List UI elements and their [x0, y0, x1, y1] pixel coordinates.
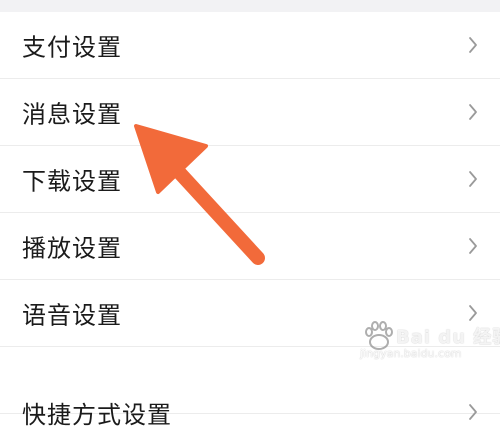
baidu-jingyan-watermark: Bai du 经验 jingyan.baidu.com: [360, 321, 500, 361]
chevron-right-icon: [468, 36, 478, 54]
menu-item-label: 下载设置: [22, 167, 122, 196]
menu-item-payment-settings[interactable]: 支付设置: [0, 12, 500, 79]
menu-item-download-settings[interactable]: 下载设置: [0, 146, 500, 213]
menu-item-message-settings[interactable]: 消息设置: [0, 79, 500, 146]
menu-item-label: 支付设置: [22, 33, 122, 62]
menu-item-label: 播放设置: [22, 234, 122, 263]
watermark-url: jingyan.baidu.com: [360, 347, 462, 360]
menu-item-label: 消息设置: [22, 100, 122, 129]
menu-item-label: 快捷方式设置: [22, 401, 172, 429]
top-gap: [0, 0, 500, 12]
chevron-right-icon: [468, 103, 478, 121]
menu-item-playback-settings[interactable]: 播放设置: [0, 213, 500, 280]
chevron-right-icon: [468, 237, 478, 255]
watermark-brand: Bai du 经验: [396, 327, 500, 348]
chevron-right-icon: [468, 304, 478, 322]
chevron-right-icon: [468, 170, 478, 188]
menu-item-label: 语音设置: [22, 301, 122, 330]
chevron-right-icon: [468, 403, 478, 421]
